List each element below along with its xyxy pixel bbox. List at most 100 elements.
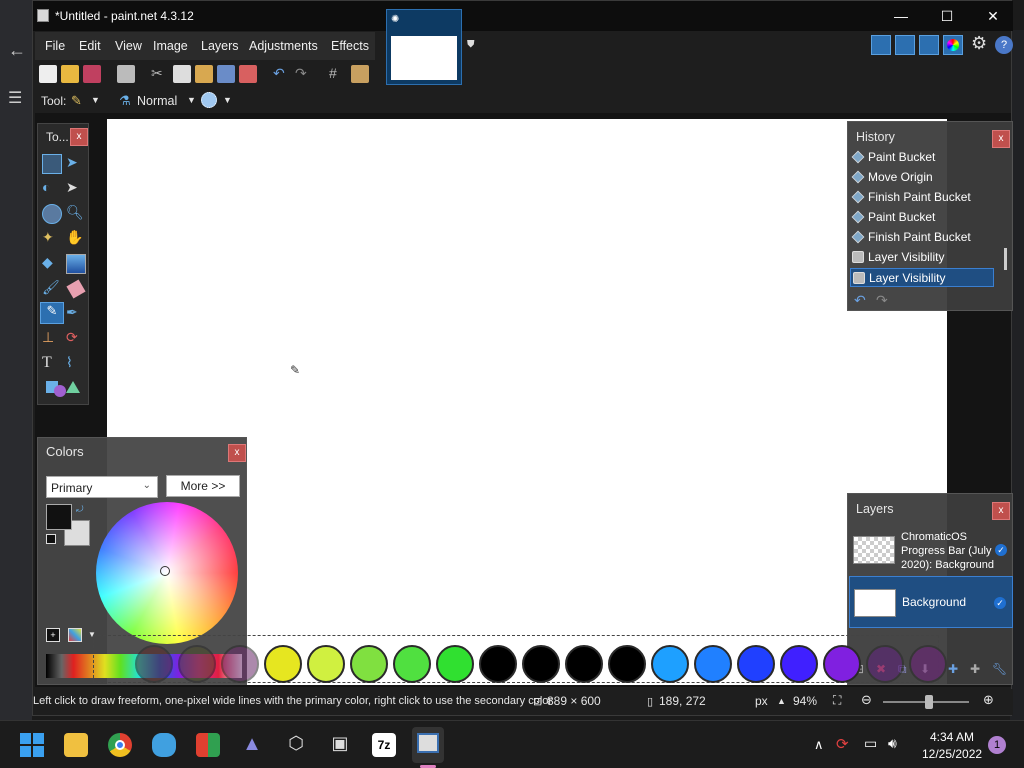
palette-swatch[interactable] (522, 645, 560, 683)
open-file-icon[interactable] (61, 65, 79, 83)
paintnet-taskbar-icon[interactable] (412, 727, 444, 763)
save-icon[interactable] (83, 65, 101, 83)
layer-visibility-checkbox[interactable]: ✓ (994, 597, 1006, 609)
minimize-button[interactable]: — (891, 6, 911, 26)
primary-color-swatch[interactable] (46, 504, 72, 530)
clock-time[interactable]: 4:34 AM (930, 730, 974, 744)
menu-layers[interactable]: Layers (201, 39, 239, 53)
menu-file[interactable]: File (45, 39, 65, 53)
chrome-icon[interactable] (108, 733, 132, 757)
zoom-out-icon[interactable]: ⊖ (861, 692, 872, 708)
history-item[interactable]: Finish Paint Bucket (850, 228, 994, 247)
menu-edit[interactable]: Edit (79, 39, 101, 53)
layers-window-toggle-icon[interactable] (919, 35, 939, 55)
rectangle-select-icon[interactable] (42, 154, 62, 174)
settings-gear-icon[interactable]: ⚙ (971, 33, 987, 54)
help-icon[interactable]: ? (995, 36, 1013, 54)
palette-swatch[interactable] (909, 645, 947, 683)
tools-window-toggle-icon[interactable] (871, 35, 891, 55)
palette-swatch[interactable] (866, 645, 904, 683)
palette-swatch[interactable] (350, 645, 388, 683)
history-item-selected[interactable]: Layer Visibility (850, 268, 994, 287)
app-package-icon[interactable]: ▣ (328, 733, 352, 757)
7zip-icon[interactable]: 7z (372, 733, 396, 757)
file-explorer-icon[interactable] (64, 733, 88, 757)
zoom-slider-thumb[interactable] (925, 695, 933, 709)
redo-icon[interactable]: ↷ (295, 65, 313, 83)
menu-image[interactable]: Image (153, 39, 188, 53)
reset-colors-icon[interactable] (46, 534, 56, 544)
zoom-to-window-icon[interactable]: ⛶ (833, 693, 841, 708)
shapes-icon[interactable] (46, 379, 82, 399)
chevron-up-icon[interactable]: ▲ (777, 696, 786, 706)
history-scrollbar[interactable] (1004, 248, 1007, 270)
color-picker-icon[interactable]: ✒ (66, 304, 86, 324)
zoom-slider[interactable] (883, 695, 969, 709)
history-item[interactable]: Paint Bucket (850, 148, 994, 167)
antialiasing-icon[interactable] (201, 92, 217, 108)
chevron-down-icon[interactable]: ▼ (187, 95, 196, 105)
palette-swatch[interactable] (608, 645, 646, 683)
store-icon[interactable] (196, 733, 220, 757)
colors-window-toggle-icon[interactable] (943, 35, 963, 55)
palette-swatch[interactable] (221, 645, 259, 683)
menu-effects[interactable]: Effects (331, 39, 369, 53)
palette-swatch[interactable] (651, 645, 689, 683)
maximize-button[interactable]: ☐ (937, 6, 957, 26)
menu-adjustments[interactable]: Adjustments (249, 39, 318, 53)
more-colors-button[interactable]: More >> (166, 475, 240, 497)
layers-panel-close-button[interactable]: x (992, 502, 1010, 520)
palette-swatch[interactable] (479, 645, 517, 683)
palette-swatch[interactable] (823, 645, 861, 683)
ruler-icon[interactable] (351, 65, 369, 83)
new-file-icon[interactable] (39, 65, 57, 83)
history-item[interactable]: Finish Paint Bucket (850, 188, 994, 207)
close-button[interactable]: ✕ (983, 6, 1003, 26)
undo-icon[interactable]: ↶ (273, 65, 291, 83)
colors-panel-close-button[interactable]: x (228, 444, 246, 462)
tool-pencil-icon[interactable]: ✎ (71, 93, 82, 109)
history-undo-icon[interactable]: ↶ (854, 292, 866, 309)
move-selection-icon[interactable]: ➤ (66, 179, 86, 199)
swap-colors-icon[interactable]: ⤾ (76, 504, 84, 515)
palette-swatch[interactable] (436, 645, 474, 683)
lasso-select-icon[interactable]: ◐ (42, 179, 62, 199)
ellipse-select-icon[interactable] (42, 204, 62, 224)
menu-view[interactable]: View (115, 39, 142, 53)
app-a-icon[interactable]: ▲ (240, 733, 264, 757)
zoom-icon[interactable]: 🔍︎ (66, 204, 86, 224)
deselect-icon[interactable] (239, 65, 257, 83)
palette-swatch[interactable] (780, 645, 818, 683)
layer-row-selected[interactable]: Background ✓ (849, 576, 1013, 628)
text-icon[interactable]: T (42, 354, 62, 374)
cut-icon[interactable]: ✂ (151, 65, 169, 83)
grid-icon[interactable]: # (329, 65, 347, 83)
tab-list-dropdown-icon[interactable]: ⛊ (467, 39, 475, 50)
tray-update-icon[interactable]: ⟳ (836, 735, 849, 753)
clock-date[interactable]: 12/25/2022 (922, 747, 982, 761)
tools-panel-header[interactable]: To... x (38, 124, 90, 150)
start-windows-icon[interactable] (20, 733, 44, 757)
app-cube-icon[interactable]: ⬡ (284, 733, 308, 757)
image-tab-thumbnail[interactable]: ✺ (386, 9, 462, 85)
pan-icon[interactable]: ✋ (66, 229, 86, 249)
line-curve-icon[interactable]: ⌇ (66, 354, 86, 374)
palette-swatch[interactable] (307, 645, 345, 683)
print-icon[interactable] (117, 65, 135, 83)
copy-icon[interactable] (173, 65, 191, 83)
eraser-icon[interactable] (66, 279, 86, 299)
palette-swatch[interactable] (135, 645, 173, 683)
chevron-down-icon[interactable]: ▼ (223, 95, 232, 105)
tray-chevron-up-icon[interactable]: ∧ (814, 737, 824, 753)
units-select[interactable]: px (755, 694, 768, 708)
layer-row[interactable]: ChromaticOS Progress Bar (July 2020): Ba… (849, 524, 1013, 576)
history-redo-icon[interactable]: ↷ (876, 292, 888, 309)
paintbrush-icon[interactable]: 🖌︎ (42, 279, 62, 299)
crop-icon[interactable] (217, 65, 235, 83)
color-wheel-marker[interactable] (160, 566, 170, 576)
paint-bucket-icon[interactable]: ◆ (42, 254, 62, 274)
zoom-level[interactable]: 94% (793, 694, 817, 708)
notification-badge[interactable]: 1 (988, 736, 1006, 754)
history-item[interactable]: Move Origin (850, 168, 994, 187)
chevron-down-icon[interactable]: ▼ (91, 95, 100, 105)
